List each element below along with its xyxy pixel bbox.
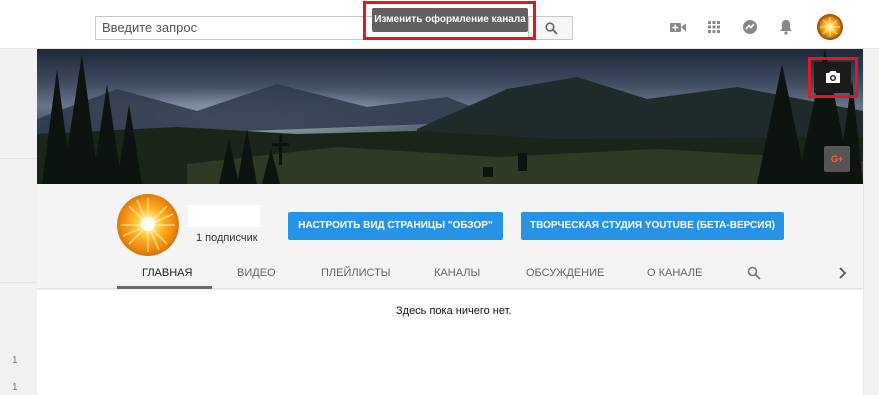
google-plus-icon[interactable]: G+ <box>824 146 850 172</box>
tab-channels[interactable]: КАНАЛЫ <box>434 267 480 279</box>
customize-view-button[interactable]: НАСТРОИТЬ ВИД СТРАНИЦЫ "ОБЗОР" <box>288 212 503 240</box>
messages-icon[interactable] <box>741 18 759 36</box>
sun-burst-image <box>121 198 175 252</box>
gutter-number: 1 <box>12 355 18 366</box>
youtube-studio-button[interactable]: ТВОРЧЕСКАЯ СТУДИЯ YOUTUBE (БЕТА-ВЕРСИЯ) <box>521 212 784 240</box>
search-icon <box>545 22 558 35</box>
notifications-bell-icon[interactable] <box>777 18 795 36</box>
left-sidebar-gutter <box>0 49 37 395</box>
tab-videos[interactable]: ВИДЕО <box>237 267 276 279</box>
gutter-divider <box>0 282 37 283</box>
account-avatar-icon[interactable] <box>817 14 843 40</box>
channel-art-banner <box>37 49 863 184</box>
gutter-divider <box>0 158 37 159</box>
channel-name-redacted <box>188 205 260 227</box>
channel-search-icon[interactable] <box>747 266 761 280</box>
youtube-channel-page: Введите запрос Изменить оформление канал… <box>0 0 879 395</box>
tab-playlists[interactable]: ПЛЕЙЛИСТЫ <box>321 267 391 279</box>
tab-discussion[interactable]: ОБСУЖДЕНИЕ <box>526 267 604 279</box>
page-scrollbar[interactable] <box>863 49 879 395</box>
active-tab-indicator <box>117 286 212 289</box>
gutter-number: 1 <box>12 382 18 393</box>
subscriber-count: 1 подписчик <box>196 232 258 244</box>
edit-channel-art-button[interactable] <box>814 62 851 93</box>
video-camera-icon[interactable] <box>669 18 687 36</box>
edit-channel-art-tooltip: Изменить оформление канала <box>372 8 528 32</box>
channel-avatar[interactable] <box>117 194 179 256</box>
tab-about[interactable]: О КАНАЛЕ <box>647 267 702 279</box>
tab-home[interactable]: ГЛАВНАЯ <box>142 267 192 279</box>
apps-grid-icon[interactable] <box>705 18 723 36</box>
chevron-right-icon[interactable] <box>838 266 848 280</box>
camera-icon <box>826 71 840 83</box>
empty-state-message: Здесь пока ничего нет. <box>396 305 512 317</box>
banner-landscape-image <box>37 49 863 184</box>
